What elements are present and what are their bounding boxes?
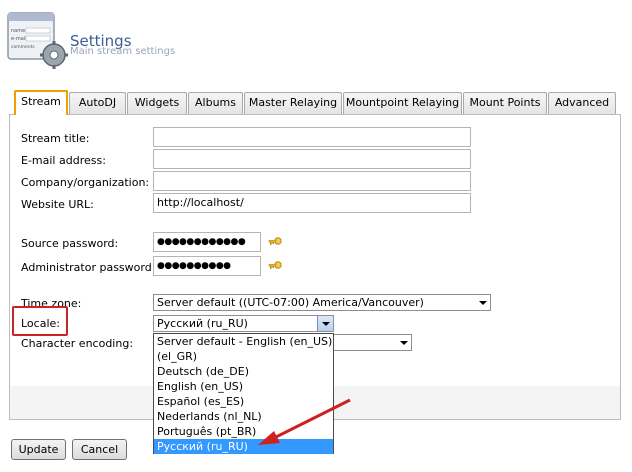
encoding-label: Character encoding: (21, 337, 134, 350)
tab-widgets[interactable]: Widgets (127, 92, 187, 114)
time-zone-value: Server default ((UTC-07:00) America/Vanc… (157, 296, 424, 309)
locale-option[interactable]: (el_GR) (154, 349, 333, 364)
logo-line-comments: comments (11, 44, 35, 50)
locale-option[interactable]: English (en_US) (154, 379, 333, 394)
key-icon[interactable] (268, 260, 282, 272)
source-password-label: Source password: (21, 237, 119, 250)
tab-albums[interactable]: Albums (188, 92, 243, 114)
tab-stream[interactable]: Stream (14, 90, 68, 115)
email-label: E-mail address: (21, 154, 106, 167)
locale-option[interactable]: Server default - English (en_US) (154, 334, 333, 349)
tab-mountpoint-relaying[interactable]: Mountpoint Relaying (343, 92, 462, 114)
locale-value: Русский (ru_RU) (157, 317, 248, 330)
logo-line-email: e-mail (11, 36, 27, 42)
company-input[interactable] (153, 171, 471, 191)
stream-title-input[interactable] (153, 127, 471, 147)
company-label: Company/organization: (21, 176, 150, 189)
tab-autodj[interactable]: AutoDJ (69, 92, 126, 114)
cancel-button[interactable]: Cancel (72, 439, 127, 460)
chevron-down-icon[interactable] (317, 316, 333, 331)
tab-mount-points[interactable]: Mount Points (463, 92, 547, 114)
stream-title-label: Stream title: (21, 132, 90, 145)
tab-advanced[interactable]: Advanced (548, 92, 616, 114)
website-input[interactable]: http://localhost/ (153, 193, 471, 213)
locale-option[interactable]: Deutsch (de_DE) (154, 364, 333, 379)
tab-master-relaying[interactable]: Master Relaying (244, 92, 342, 114)
logo-line-name: name (11, 28, 25, 34)
page-subtitle: Main stream settings (70, 46, 176, 57)
settings-logo-icon: name e-mail comments (7, 12, 68, 69)
update-button[interactable]: Update (11, 439, 66, 460)
admin-password-label: Administrator password: (21, 261, 156, 274)
admin-password-input[interactable]: ●●●●●●●●●● (153, 256, 261, 276)
chevron-down-icon[interactable] (475, 295, 490, 310)
locale-select[interactable]: Русский (ru_RU) (153, 315, 334, 332)
annotation-arrow-icon (258, 398, 351, 445)
website-label: Website URL: (21, 198, 94, 211)
email-input[interactable] (153, 149, 471, 169)
locale-highlight-box (12, 306, 68, 336)
chevron-down-icon[interactable] (396, 335, 411, 350)
time-zone-select[interactable]: Server default ((UTC-07:00) America/Vanc… (153, 294, 491, 311)
key-icon[interactable] (268, 236, 282, 248)
source-password-input[interactable]: ●●●●●●●●●●●● (153, 232, 261, 252)
